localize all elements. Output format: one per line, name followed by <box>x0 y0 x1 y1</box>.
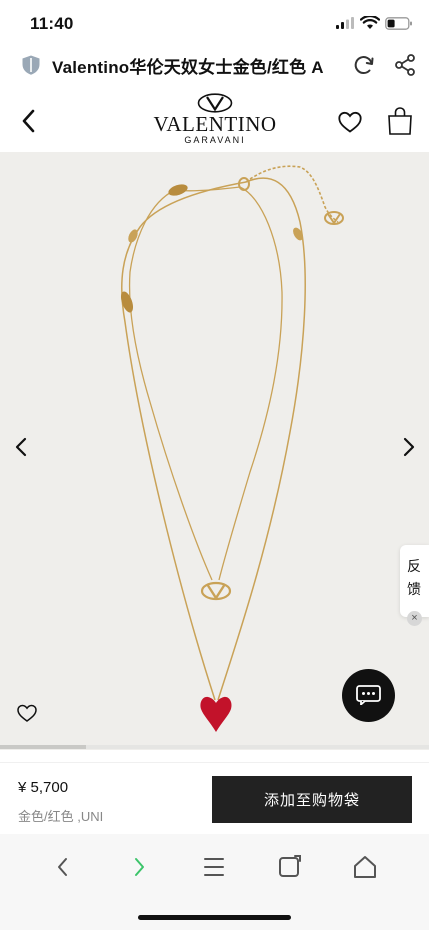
add-to-bag-button[interactable]: 添加至购物袋 <box>212 776 412 823</box>
chat-icon <box>356 685 381 705</box>
shield-icon <box>22 55 40 75</box>
feedback-label: 反馈 <box>407 558 421 597</box>
product-variant: 金色/红色 ,UNI <box>18 809 104 824</box>
share-icon[interactable] <box>393 53 417 77</box>
browser-tabs-icon[interactable] <box>275 852 305 882</box>
valentino-logo[interactable]: VALENTINO GARAVANI <box>150 93 280 145</box>
reload-icon[interactable] <box>352 53 376 77</box>
brand-name: VALENTINO <box>153 112 277 136</box>
wishlist-heart-icon[interactable] <box>337 110 363 134</box>
back-chevron-icon[interactable] <box>18 108 40 134</box>
browser-menu-icon[interactable] <box>199 852 229 882</box>
feedback-close-button[interactable]: × <box>407 611 422 626</box>
browser-address-bar: Valentino华伦天奴女士金色/红色 A <box>0 44 429 86</box>
purchase-bar: ¥ 5,700 金色/红色 ,UNI 添加至购物袋 <box>0 762 429 834</box>
battery-icon <box>385 17 412 30</box>
browser-forward-icon[interactable] <box>124 852 154 882</box>
page-title: Valentino华伦天奴女士金色/红色 A <box>52 58 324 77</box>
gallery-progress-bar <box>0 745 429 749</box>
browser-home-icon[interactable] <box>350 852 380 882</box>
gallery-prev-icon[interactable] <box>12 434 30 460</box>
image-favorite-heart-icon[interactable] <box>16 703 38 723</box>
vlogo-monogram-icon <box>197 93 233 113</box>
browser-back-icon[interactable] <box>48 852 78 882</box>
cellular-signal-icon <box>336 17 354 29</box>
gallery-next-icon[interactable] <box>400 434 418 460</box>
gallery-progress-fill <box>0 745 86 749</box>
product-price: ¥ 5,700 <box>18 779 69 796</box>
wifi-icon <box>360 16 380 29</box>
brand-subname: GARAVANI <box>184 135 246 145</box>
status-time: 11:40 <box>30 14 74 33</box>
chat-button[interactable] <box>342 669 395 722</box>
feedback-tab[interactable]: 反馈 <box>400 545 429 617</box>
status-bar: 11:40 <box>0 0 429 44</box>
product-necklace-image <box>120 165 344 732</box>
shopping-bag-icon[interactable] <box>387 106 413 136</box>
site-header: VALENTINO GARAVANI <box>0 90 429 152</box>
home-indicator <box>138 915 291 920</box>
product-image-gallery[interactable] <box>0 152 429 750</box>
